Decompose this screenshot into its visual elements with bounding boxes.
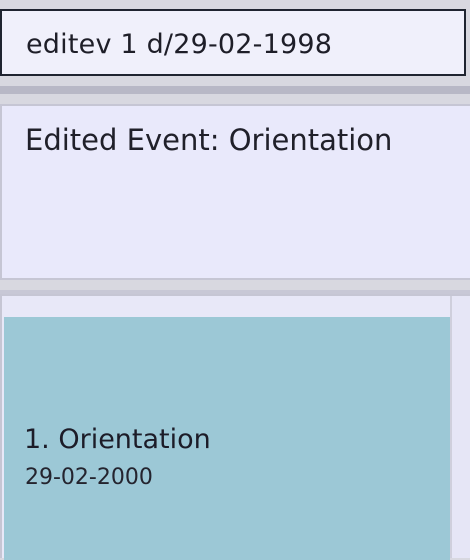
result-display: Edited Event: Orientation — [0, 104, 470, 280]
event-list-scrollbar[interactable] — [450, 296, 470, 558]
pane-divider-top[interactable] — [0, 86, 470, 94]
event-date: 29-02-2000 — [25, 465, 153, 490]
result-message: Edited Event: Orientation — [25, 123, 393, 157]
event-list-panel: 1. Orientation 29-02-2000 — [0, 294, 470, 560]
event-title: 1. Orientation — [24, 424, 211, 455]
event-card[interactable]: 1. Orientation 29-02-2000 — [4, 317, 450, 560]
command-input-text: editev 1 d/29-02-1998 — [26, 29, 333, 60]
command-input[interactable]: editev 1 d/29-02-1998 — [0, 9, 466, 76]
